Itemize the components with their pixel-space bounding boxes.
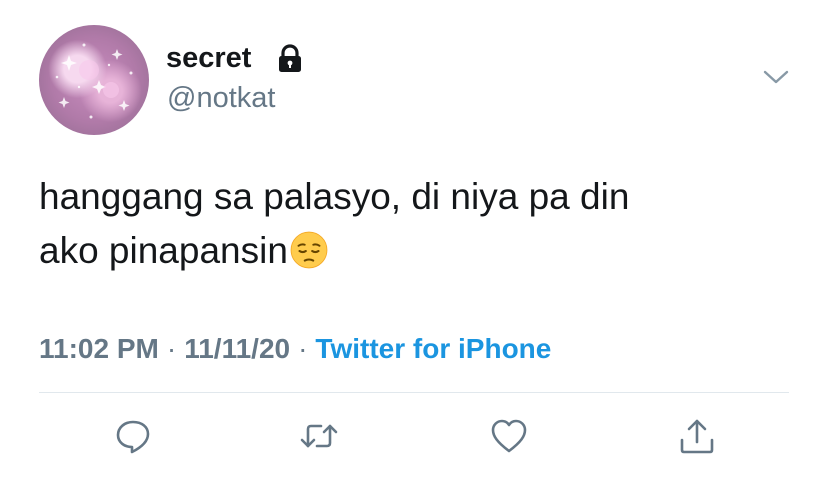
tweet-card: secret @notkat hanggang sa palasyo, di n… bbox=[0, 0, 828, 482]
pensive-face-emoji-icon bbox=[290, 231, 328, 269]
reply-button[interactable] bbox=[113, 416, 153, 456]
reply-icon bbox=[116, 420, 150, 454]
share-icon bbox=[680, 419, 714, 454]
tweet-text: hanggang sa palasyo, di niya pa din ako … bbox=[39, 170, 799, 278]
retweet-button[interactable] bbox=[299, 416, 339, 456]
tweet-time[interactable]: 11:02 PM bbox=[39, 333, 159, 364]
retweet-icon bbox=[300, 424, 338, 448]
chevron-down-icon[interactable] bbox=[762, 68, 790, 86]
username-handle[interactable]: @notkat bbox=[167, 82, 275, 115]
lock-icon bbox=[279, 44, 301, 72]
divider bbox=[39, 392, 789, 393]
tweet-date[interactable]: 11/11/20 bbox=[184, 333, 290, 364]
display-name[interactable]: secret bbox=[166, 42, 251, 75]
source-link[interactable]: Twitter for iPhone bbox=[315, 333, 551, 364]
avatar-sparkles bbox=[55, 43, 133, 119]
like-button[interactable] bbox=[489, 416, 529, 456]
share-button[interactable] bbox=[677, 416, 717, 456]
heart-icon bbox=[491, 419, 527, 453]
tweet-text-line-1: hanggang sa palasyo, di niya pa din bbox=[39, 176, 630, 217]
meta-separator-2: · bbox=[298, 333, 308, 364]
tweet-text-line-2: ako pinapansin bbox=[39, 224, 799, 278]
tweet-meta: 11:02 PM · 11/11/20 · Twitter for iPhone bbox=[39, 333, 551, 365]
tweet-text-line-2-text: ako pinapansin bbox=[39, 230, 288, 271]
meta-separator: · bbox=[166, 333, 177, 364]
avatar[interactable] bbox=[39, 25, 149, 135]
